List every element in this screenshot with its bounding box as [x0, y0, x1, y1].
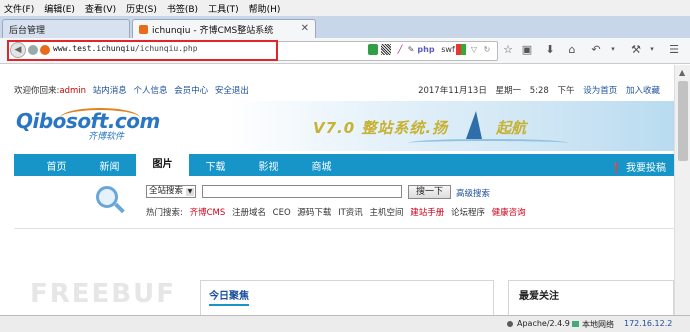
- scroll-thumb[interactable]: [678, 81, 688, 161]
- today-focus-box: 今日聚焦: [200, 280, 494, 315]
- status-bar: Apache/2.4.9 本地网络 172.16.12.2: [0, 315, 690, 332]
- menu-tools[interactable]: 工具(T): [208, 2, 239, 15]
- url-highlight-box: [7, 40, 278, 61]
- banner-slogan: V7.0 整站系统.扬: [313, 119, 449, 137]
- undo-icon[interactable]: ↶: [590, 43, 602, 56]
- close-icon[interactable]: ✕: [301, 23, 309, 34]
- hamburger-menu-icon[interactable]: ☰: [668, 43, 680, 56]
- star-icon[interactable]: ☆: [502, 43, 514, 56]
- date-line: 2017年11月13日 星期一 5:28 下午 设为首页 加入收藏: [418, 84, 660, 96]
- tab-admin[interactable]: 后台管理: [2, 19, 130, 38]
- clipboard-icon[interactable]: ▣: [521, 43, 533, 56]
- time-text: 5:28: [529, 86, 549, 96]
- site-favicon-icon: [139, 24, 148, 34]
- menu-bookmarks[interactable]: 书签(B): [167, 2, 198, 15]
- server-indicator-icon: [507, 321, 513, 327]
- nav-home[interactable]: 首页: [30, 158, 83, 173]
- nav-pictures[interactable]: 图片: [136, 154, 189, 176]
- site-nav: 首页 新闻 图片 下载 影视 商城 ❗ 我要投稿: [14, 154, 674, 176]
- hot-term[interactable]: 注册域名: [232, 208, 266, 218]
- nav-news[interactable]: 新闻: [83, 158, 136, 173]
- network-status: 本地网络: [582, 320, 614, 329]
- logo-swoosh-icon: [60, 108, 140, 128]
- nav-download[interactable]: 下载: [189, 158, 242, 173]
- most-followed-title: 最爱关注: [519, 291, 559, 302]
- ip-address: 172.16.12.2: [624, 319, 673, 328]
- hot-term[interactable]: 齐博CMS: [190, 208, 226, 218]
- nav-video[interactable]: 影视: [242, 158, 295, 173]
- tab-ichunqiu-label: ichunqiu - 齐博CMS整站系统: [152, 25, 274, 36]
- welcome-line: 欢迎你回来:admin 站内消息 个人信息 会员中心 安全退出: [14, 84, 249, 96]
- banner: V7.0 整站系统.扬 起航: [228, 101, 674, 151]
- weekday-text: 星期一: [495, 86, 522, 96]
- chevron-down-icon: ▼: [186, 188, 194, 196]
- welcome-text: 欢迎你回来:: [14, 86, 60, 96]
- divider: [14, 228, 674, 229]
- wave-decoration: [408, 139, 568, 147]
- scroll-up-icon[interactable]: ▲: [679, 68, 685, 77]
- site-logo-subtitle: 齐博软件: [88, 132, 125, 142]
- wrench-icon[interactable]: ⚒: [630, 43, 642, 56]
- hot-search-label: 热门搜索:: [146, 208, 183, 218]
- set-home-link[interactable]: 设为首页: [583, 86, 617, 96]
- hot-search-line: 热门搜索: 齐博CMS 注册域名 CEO 源码下载 IT资讯 主机空间 建站手册…: [146, 206, 530, 218]
- tab-strip: 后台管理 ichunqiu - 齐博CMS整站系统 ✕ +: [0, 16, 690, 51]
- web-page: 欢迎你回来:admin 站内消息 个人信息 会员中心 安全退出 2017年11月…: [0, 65, 674, 315]
- tab-ichunqiu[interactable]: ichunqiu - 齐博CMS整站系统 ✕: [132, 19, 316, 38]
- hot-term[interactable]: 主机空间: [370, 208, 404, 218]
- menu-view[interactable]: 查看(V): [85, 2, 116, 15]
- menu-help[interactable]: 帮助(H): [249, 2, 281, 15]
- hot-term[interactable]: 建站手册: [410, 208, 444, 218]
- banner-slogan-end: 起航: [496, 119, 527, 137]
- feather-icon[interactable]: ╱: [395, 44, 405, 55]
- freebuf-watermark: FREEBUF: [30, 279, 176, 309]
- sailboat-icon: [466, 111, 482, 139]
- pen-icon[interactable]: ✎: [406, 44, 416, 55]
- most-followed-box: 最爱关注: [508, 280, 674, 315]
- reload-icon[interactable]: ↻: [482, 44, 492, 55]
- shield-icon[interactable]: [368, 44, 378, 55]
- menu-history[interactable]: 历史(S): [126, 2, 157, 15]
- php-icon[interactable]: php: [417, 44, 434, 55]
- username[interactable]: admin: [59, 86, 86, 96]
- add-favorite-link[interactable]: 加入收藏: [626, 86, 660, 96]
- dropdown-arrow-icon[interactable]: ▽: [469, 44, 479, 55]
- hot-term[interactable]: CEO: [273, 208, 291, 218]
- vertical-scrollbar[interactable]: ▲: [674, 65, 690, 315]
- magnifier-handle: [114, 202, 125, 214]
- advanced-search-link[interactable]: 高级搜索: [456, 187, 490, 199]
- hot-term[interactable]: 健康咨询: [492, 208, 526, 218]
- link-member-center[interactable]: 会员中心: [174, 86, 208, 96]
- menu-edit[interactable]: 编辑(E): [44, 2, 75, 15]
- home-icon[interactable]: ⌂: [566, 43, 578, 56]
- swf-icon[interactable]: swf: [441, 44, 455, 55]
- menu-file[interactable]: 文件(F): [4, 2, 34, 15]
- search-button[interactable]: 搜一下: [408, 185, 451, 199]
- contribute-link[interactable]: ❗ 我要投稿: [610, 159, 666, 174]
- hot-term[interactable]: 论坛程序: [451, 208, 485, 218]
- nav-mall[interactable]: 商城: [295, 158, 348, 173]
- search-scope-value: 全站搜索: [149, 186, 184, 196]
- today-focus-title[interactable]: 今日聚焦: [209, 287, 249, 306]
- qr-code-icon[interactable]: [381, 44, 391, 55]
- search-input[interactable]: [202, 185, 402, 198]
- link-messages[interactable]: 站内消息: [93, 86, 127, 96]
- tab-admin-label: 后台管理: [9, 25, 46, 36]
- chevron-down-icon[interactable]: ▾: [646, 43, 658, 55]
- windows-icon[interactable]: [456, 44, 466, 55]
- chevron-down-icon[interactable]: ▾: [607, 43, 619, 55]
- network-icon: [572, 321, 579, 327]
- search-section: 全站搜索 ▼ 搜一下 高级搜索 热门搜索: 齐博CMS 注册域名 CEO 源码下…: [14, 176, 674, 228]
- ampm-text: 下午: [557, 86, 575, 96]
- menu-bar: 文件(F) 编辑(E) 查看(V) 历史(S) 书签(B) 工具(T) 帮助(H…: [0, 0, 690, 16]
- hot-term[interactable]: IT资讯: [338, 208, 363, 218]
- hot-term[interactable]: 源码下载: [297, 208, 331, 218]
- search-scope-select[interactable]: 全站搜索 ▼: [146, 185, 196, 198]
- link-logout[interactable]: 安全退出: [215, 86, 249, 96]
- date-text: 2017年11月13日: [418, 86, 487, 96]
- link-profile[interactable]: 个人信息: [133, 86, 167, 96]
- download-icon[interactable]: ⬇: [544, 43, 556, 56]
- server-status: Apache/2.4.9: [517, 319, 570, 328]
